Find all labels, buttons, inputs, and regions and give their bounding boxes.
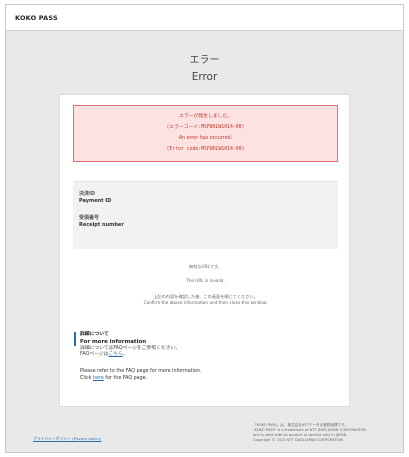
error-alert: エラーが発生しました。 (エラーコード:MSFWOLW1014-00) An e… [73, 105, 338, 162]
page-title-ja: エラー [189, 55, 220, 66]
copyright-notice: 「KOKO PASS」は、株式会社NTTデータの登録商標です。 "KOKO PA… [253, 423, 393, 443]
receipt-number-row: 受領番号 Receipt number [79, 215, 332, 229]
footer: プライバシーポリシー (Privacy policy) 「KOKO PASS」は… [6, 417, 403, 452]
page-frame: KOKO PASS エラー Error エラーが発生しました。 (エラーコード:… [5, 4, 404, 453]
receipt-number-label-ja: 受領番号 [79, 215, 100, 221]
details-heading-en: For more information [80, 338, 147, 345]
error-message-en: An error has occurred. [178, 136, 233, 141]
faq-prefix-en: Click [80, 375, 93, 381]
error-code-ja: (エラーコード:MSFWOLW1014-00) [166, 125, 245, 130]
details-heading: 詳細について For more information [74, 332, 334, 346]
faq-link-en[interactable]: here [93, 376, 104, 381]
faq-line-en: Click here for the FAQ page. [80, 376, 334, 383]
invalid-url-message-en: The URL is invalid. [186, 278, 225, 283]
faq-line-ja: FAQページはこちら。 [80, 352, 334, 359]
details-body-ja: 詳細についてはFAQページをご参照ください。 FAQページはこちら。 [74, 346, 334, 360]
error-code-en: (Error code:MSFWOLW1014-00) [166, 147, 245, 152]
receipt-number-label-en: Receipt number [79, 222, 124, 228]
content-card: エラーが発生しました。 (エラーコード:MSFWOLW1014-00) An e… [59, 94, 350, 407]
brand-logo: KOKO PASS [15, 13, 58, 22]
details-body-en: Please refer to the FAQ page for more in… [74, 369, 334, 383]
confirm-message-en: Confirm the above information and then c… [143, 300, 268, 305]
page-title-en: Error [191, 71, 218, 83]
payment-id-label-ja: 決済ID [79, 191, 96, 197]
privacy-policy-link[interactable]: プライバシーポリシー (Privacy policy) [33, 436, 101, 442]
top-bar: KOKO PASS [6, 5, 403, 31]
status-messages: 無効なURLです。 The URL is invalid. 上記の内容を確認した… [60, 264, 351, 306]
faq-suffix-en: for the FAQ page. [103, 375, 148, 381]
payment-id-row: 決済ID Payment ID [79, 191, 332, 205]
details-heading-ja: 詳細について [80, 332, 109, 337]
faq-prefix-ja: FAQページは [80, 352, 109, 358]
info-panel: 決済ID Payment ID 受領番号 Receipt number [73, 181, 338, 249]
invalid-url-message-ja: 無効なURLです。 [188, 264, 222, 269]
faq-link-ja[interactable]: こちら [108, 352, 122, 357]
faq-suffix-ja: 。 [122, 352, 128, 358]
error-message-ja: エラーが発生しました。 [179, 114, 232, 119]
details-text-en: Please refer to the FAQ page for more in… [80, 369, 202, 375]
page-header: エラー Error [6, 51, 403, 83]
payment-id-label-en: Payment ID [79, 198, 112, 204]
details-section: 詳細について For more information 詳細についてはFAQペー… [74, 332, 334, 383]
copyright-line: Copyright © 2023 NTT DATA JAPAN CORPORAT… [253, 438, 344, 442]
